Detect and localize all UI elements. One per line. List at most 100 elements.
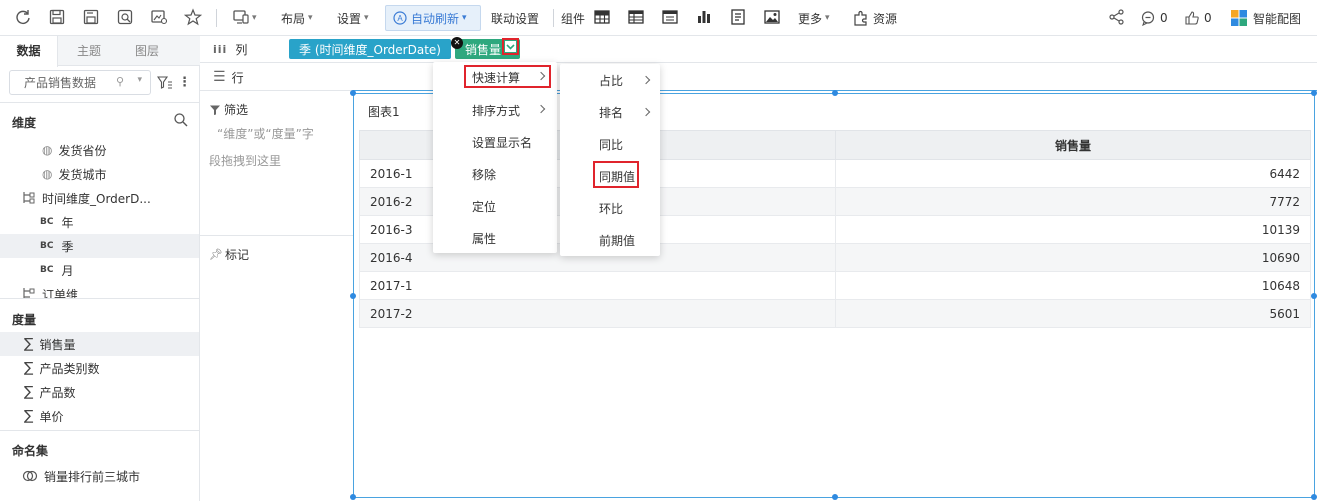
tab-layers[interactable]: 图层 [118,36,176,66]
smart-chart-label: 智能配图 [1253,11,1302,26]
dataset-select[interactable]: 产品销售数据 ⚲ ▾ [9,70,151,95]
resize-handle[interactable] [1311,90,1317,96]
main-toolbar: ▾ 布局 ▾ 设置 ▾ A 自动刷新 ▾ 联动设置 组件 更多 ▾ 资源 0 0 智能… [0,0,1317,36]
resize-handle[interactable] [350,90,356,96]
tab-data[interactable]: 数据 [0,36,58,67]
more-options-icon[interactable]: ⋮ [178,76,191,90]
period-cell: 2017-1 [359,271,836,300]
measure-item[interactable]: ∑ 产品类别数 [0,356,199,380]
tab-theme[interactable]: 主题 [60,36,118,66]
column-shelf-label: iii 列 [213,41,247,57]
measure-item[interactable]: ∑ 单价 [0,404,199,428]
table-header-cell[interactable]: 销售量 [835,130,1311,160]
save-icon[interactable] [48,8,66,26]
row-label: 行 [231,70,244,85]
menu-item-sort[interactable]: 排序方式 [472,100,520,120]
smart-chart-button[interactable]: 智能配图 [1230,0,1301,36]
menu-item-label: 排序方式 [472,103,521,118]
auto-refresh-label: 自动刷新 [411,11,460,26]
period-cell: 2017-2 [359,299,836,328]
chevron-down-icon: ▾ [308,13,313,23]
hierarchy-icon [23,288,35,298]
highlight-box [593,161,639,188]
preview-icon[interactable] [116,8,134,26]
dimension-label: 发货城市 [58,167,107,182]
refresh-icon[interactable] [14,8,32,26]
shelf-divider [200,235,353,236]
resize-handle[interactable] [832,494,838,500]
pin-icon: 📌︎ [209,248,223,261]
dimension-item[interactable]: ◍ 发货城市 [0,162,199,186]
resize-handle[interactable] [350,293,356,299]
menu-item-remove[interactable]: 移除 [472,164,496,184]
menu-item-locate[interactable]: 定位 [472,196,496,216]
image-icon[interactable] [763,8,781,26]
quick-calc-submenu: 占比 排名 同比 同期值 环比 前期值 [560,64,660,256]
filter-shelf-label: 筛选 [209,101,248,118]
measure-item[interactable]: ∑ 销售量 [0,332,199,356]
image-settings-icon[interactable] [150,8,168,26]
dimension-item[interactable]: BC 年 [0,210,199,234]
filter-label: 筛选 [224,103,249,117]
dimension-item[interactable]: 订单维 [0,282,199,298]
more-menu[interactable]: 更多 ▾ [798,0,830,36]
remove-pill-icon[interactable]: ✕ [451,37,463,49]
save-as-icon[interactable] [82,8,100,26]
favorite-star-icon[interactable] [184,8,202,26]
sum-icon: ∑ [24,384,34,400]
detail-table-icon[interactable] [661,8,679,26]
panel-tabs: 数据 主题 图层 [0,36,200,67]
dimension-pill[interactable]: 季 (时间维度_OrderDate) [289,39,451,59]
measure-item[interactable]: ∑ 产品数 [0,380,199,404]
submenu-item-percentage[interactable]: 占比 [599,70,623,90]
namedset-item[interactable]: 销量排行前三城市 [0,464,199,488]
resize-handle[interactable] [350,494,356,500]
search-icon[interactable] [173,112,189,128]
more-label: 更多 [798,11,823,26]
like-button[interactable]: 0 [1184,0,1212,36]
table-row: 2017-1 10648 [359,271,1311,300]
dimension-item[interactable]: BC 季 [0,234,199,258]
device-icon[interactable] [232,8,250,26]
submenu-item-rank[interactable]: 排名 [599,102,623,122]
dimension-list-clip: 订单维 [0,282,199,298]
comment-count: 0 [1160,11,1168,25]
chevron-right-icon [536,104,546,114]
linkage-label: 联动设置 [491,11,540,26]
settings-menu[interactable]: 设置 ▾ [337,0,369,36]
share-icon[interactable] [1108,8,1126,26]
row-shelf-label: ☰ 行 [213,69,244,85]
crosstab-icon[interactable] [627,8,645,26]
dimension-item[interactable]: ◍ 发货省份 [0,138,199,162]
layout-menu[interactable]: 布局 ▾ [281,0,313,36]
menu-item-display-name[interactable]: 设置显示名 [472,132,532,152]
thumbs-up-icon [1185,11,1199,25]
auto-refresh-button[interactable]: A 自动刷新 ▾ [385,5,481,31]
dimension-item[interactable]: BC 月 [0,258,199,282]
report-icon[interactable] [729,8,747,26]
submenu-item-previous[interactable]: 前期值 [599,230,635,250]
resize-handle[interactable] [832,90,838,96]
resize-handle[interactable] [1311,293,1317,299]
linkage-settings-button[interactable]: 联动设置 [491,0,539,36]
submenu-item-yoy[interactable]: 同比 [599,134,623,154]
menu-item-label: 移除 [472,167,497,182]
resize-handle[interactable] [1311,494,1317,500]
resource-button[interactable]: 资源 [852,0,897,36]
submenu-item-mom[interactable]: 环比 [599,198,623,218]
globe-icon: ◍ [42,167,53,181]
bar-chart-icon[interactable] [695,8,713,26]
auto-refresh-icon: A [393,11,407,25]
value-cell: 7772 [835,187,1311,216]
chevron-down-icon[interactable]: ▾ [252,0,257,36]
menu-item-properties[interactable]: 属性 [472,228,496,248]
filter-list-icon[interactable] [157,75,173,91]
menu-item-label: 占比 [599,73,624,88]
table-row: 2017-2 5601 [359,299,1311,328]
dimension-header: 维度 [12,116,37,130]
measure-label: 产品类别数 [39,361,100,376]
table-icon[interactable] [593,8,611,26]
comment-button[interactable]: 0 [1140,0,1168,36]
dimension-item[interactable]: 时间维度_OrderD... [0,186,199,210]
dimension-label: 月 [61,263,74,278]
